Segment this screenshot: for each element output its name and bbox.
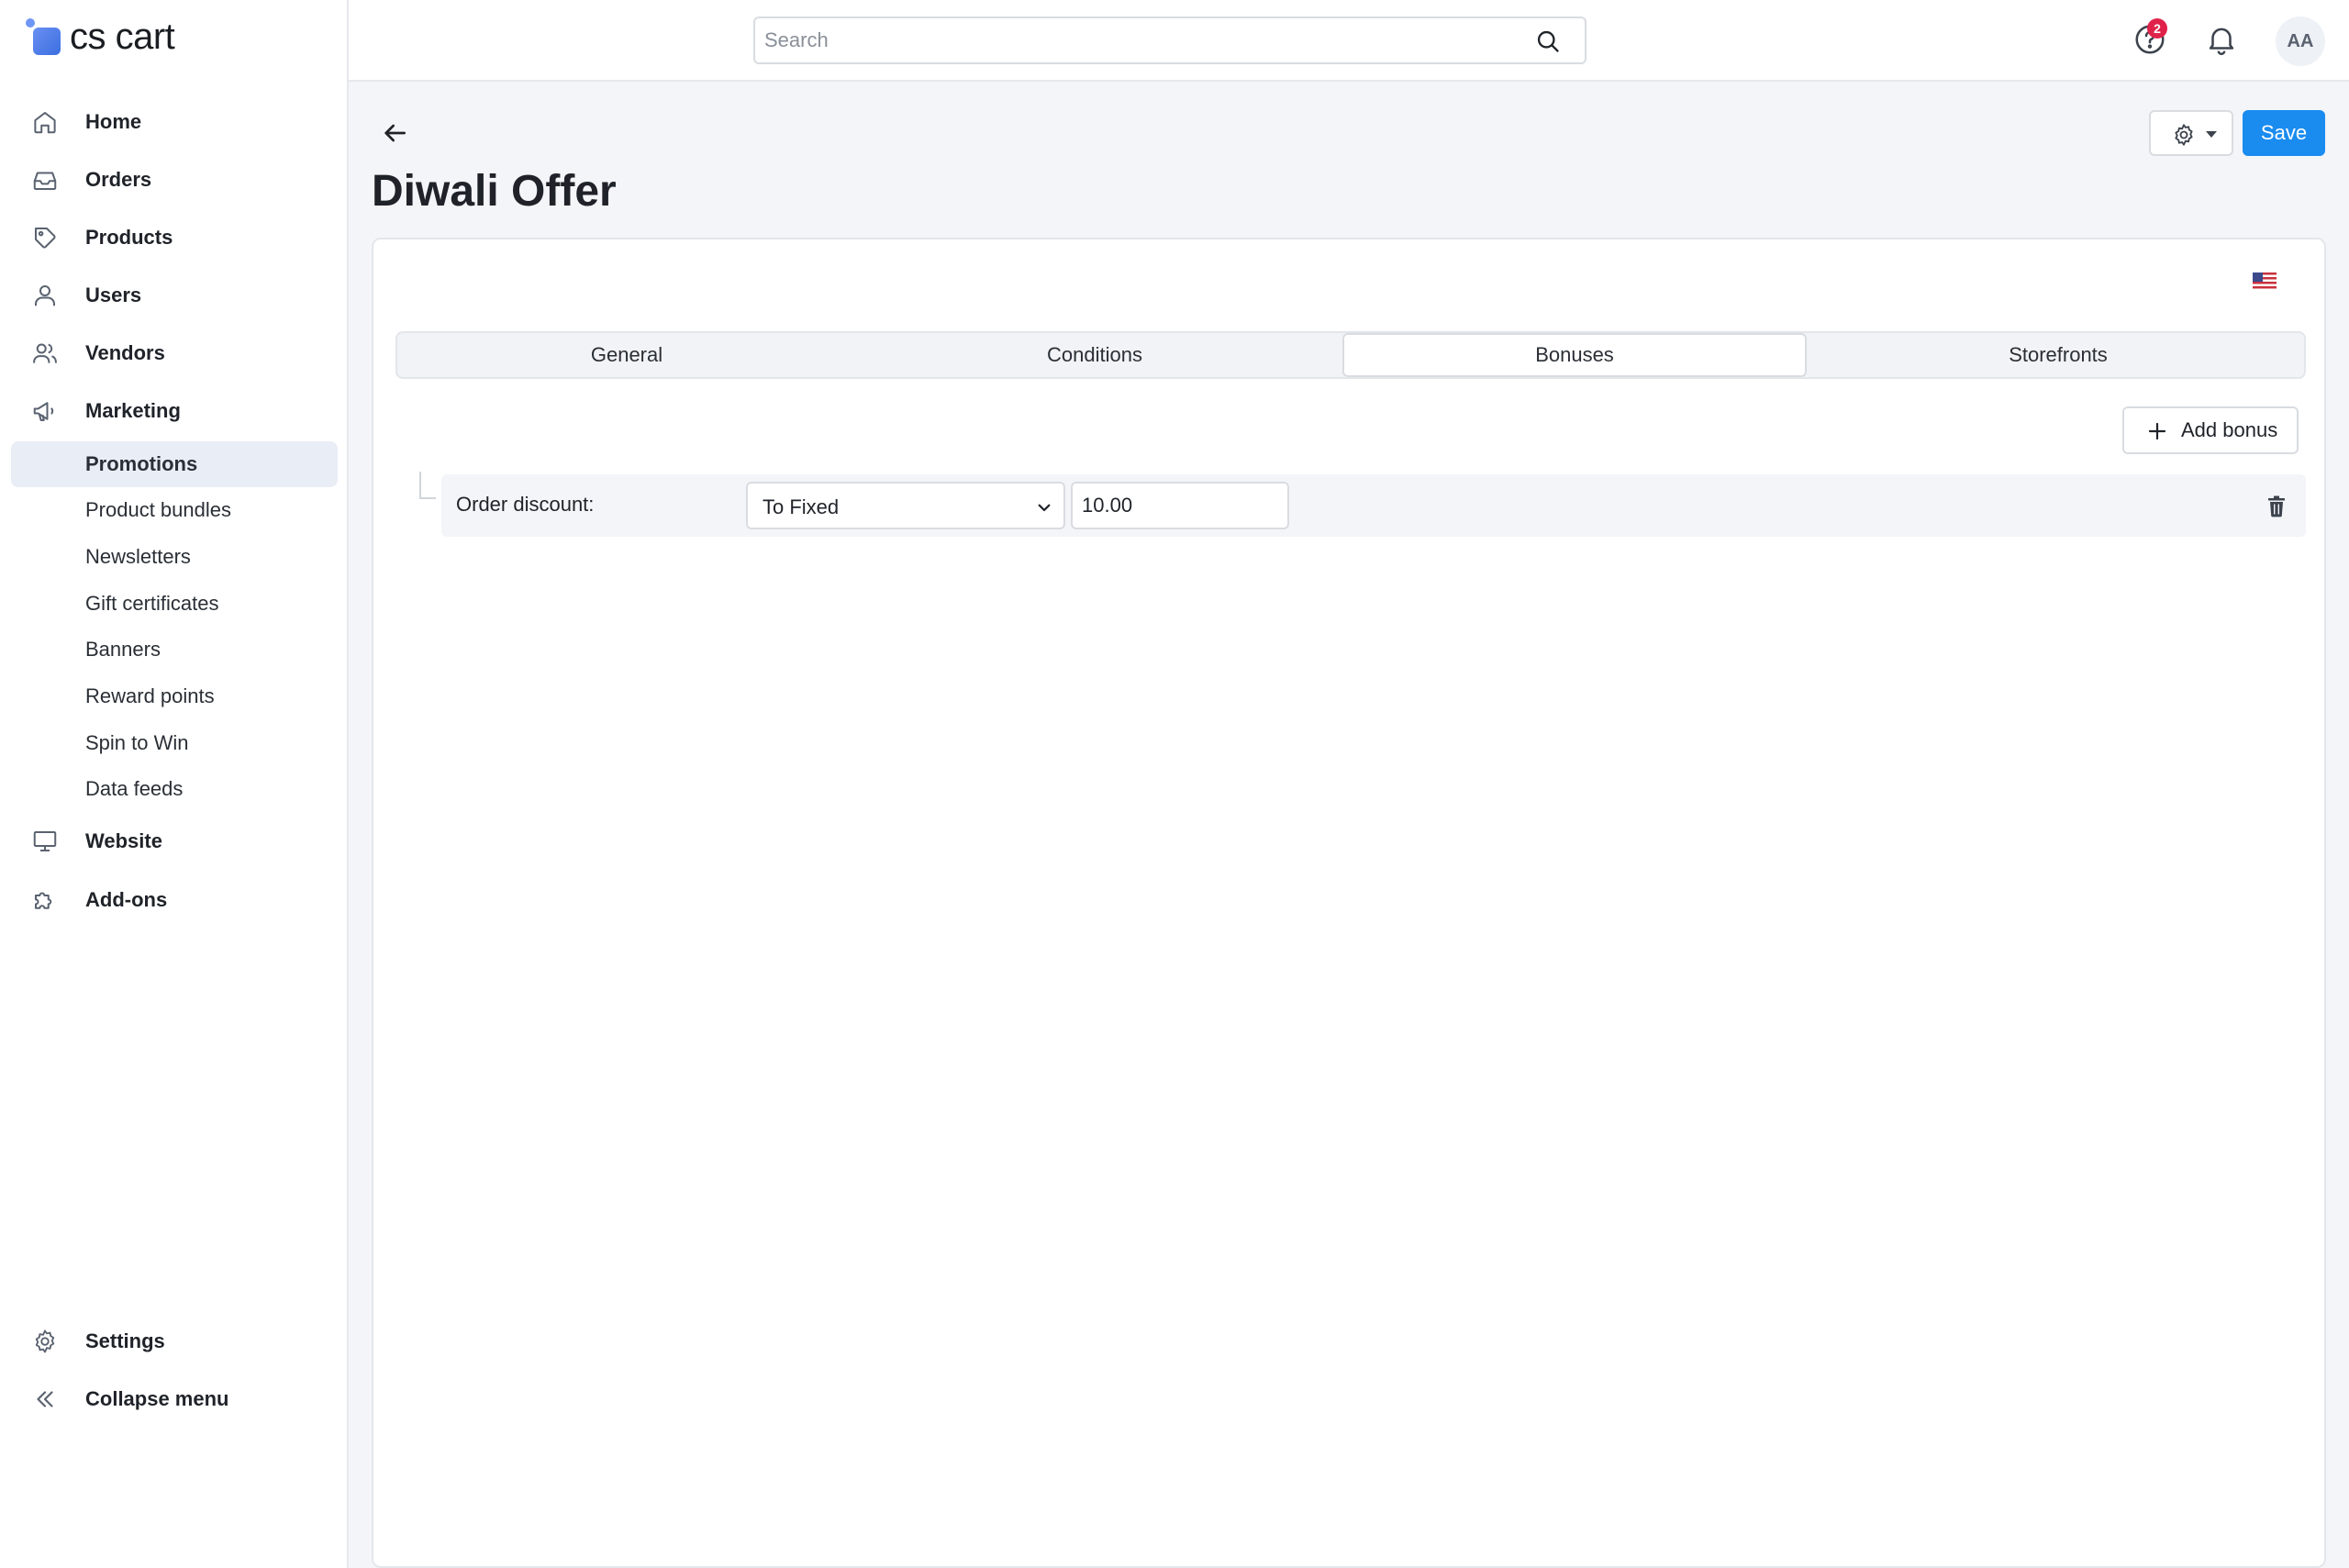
tab-general[interactable]: General [397, 333, 856, 377]
sidebar-item-label: Users [85, 284, 142, 306]
tab-bonuses[interactable]: Bonuses [1342, 333, 1807, 377]
sidebar-item-settings[interactable]: Settings [11, 1318, 338, 1365]
sidebar-item-label: Home [85, 110, 142, 133]
megaphone-icon [31, 397, 59, 425]
monitor-icon [31, 828, 59, 855]
sidebar-subitem-label: Gift certificates [85, 592, 219, 615]
discount-type-value: To Fixed [763, 495, 840, 518]
home-icon [31, 108, 59, 136]
sidebar-item-label: Products [85, 226, 173, 249]
caret-down-icon [2206, 131, 2217, 138]
sidebar-subitem-label: Product bundles [85, 498, 231, 521]
discount-type-select[interactable]: To Fixed [746, 482, 1065, 529]
plus-icon [2146, 420, 2168, 442]
bonus-label: Order discount: [456, 493, 595, 516]
tag-icon [31, 224, 59, 251]
brand-name: cs cart [70, 17, 175, 57]
notification-badge: 2 [2147, 18, 2167, 39]
sidebar-subitem-label: Newsletters [85, 545, 191, 568]
sidebar-subitem-label: Promotions [85, 452, 198, 475]
sidebar-item-add-ons[interactable]: Add-ons [11, 876, 338, 924]
add-bonus-button[interactable]: Add bonus [2122, 406, 2299, 454]
sidebar-subitem-reward-points[interactable]: Reward points [11, 673, 338, 719]
sidebar-item-vendors[interactable]: Vendors [11, 329, 338, 377]
tab-label: Storefronts [2009, 343, 2108, 366]
tab-label: Bonuses [1535, 343, 1614, 366]
puzzle-icon [31, 886, 59, 914]
cs-cart-logo-icon [24, 17, 64, 57]
user-icon [31, 282, 59, 309]
sidebar-item-label: Website [85, 829, 162, 852]
tab-label: Conditions [1047, 343, 1142, 366]
sidebar-item-label: Vendors [85, 341, 165, 364]
main-content: Diwali Offer Save General Conditions Bon… [349, 82, 2349, 1568]
sidebar-item-users[interactable]: Users [11, 272, 338, 319]
topbar: 2 AA [349, 0, 2349, 82]
search-box [753, 17, 1586, 64]
avatar[interactable]: AA [2276, 17, 2325, 66]
bell-icon[interactable] [2204, 22, 2239, 57]
discount-value-input[interactable] [1071, 482, 1289, 529]
double-chevron-left-icon [31, 1385, 59, 1413]
sidebar-subitem-label: Banners [85, 638, 161, 661]
sidebar-subitem-gift-certificates[interactable]: Gift certificates [11, 581, 338, 627]
sidebar-subitem-label: Reward points [85, 684, 215, 707]
chevron-down-icon [1036, 499, 1052, 516]
settings-dropdown-button[interactable] [2149, 110, 2233, 156]
sidebar: cs cart Home Orders Products Users Vendo… [0, 0, 349, 1568]
tab-bar: General Conditions Bonuses Storefronts [395, 331, 2306, 379]
sidebar-item-website[interactable]: Website [11, 817, 338, 865]
sidebar-subitem-product-bundles[interactable]: Product bundles [11, 487, 338, 533]
add-bonus-label: Add bonus [2181, 418, 2278, 441]
sidebar-item-label: Collapse menu [85, 1387, 229, 1410]
trash-icon[interactable] [2266, 495, 2288, 518]
sidebar-item-orders[interactable]: Orders [11, 156, 338, 204]
bonus-row: Order discount: To Fixed [441, 474, 2306, 537]
sidebar-subitem-spin-to-win[interactable]: Spin to Win [11, 720, 338, 766]
users-icon [31, 339, 59, 367]
inbox-icon [31, 166, 59, 194]
sidebar-item-label: Orders [85, 168, 152, 191]
sidebar-item-label: Settings [85, 1329, 165, 1352]
sidebar-item-label: Add-ons [85, 888, 168, 911]
sidebar-subitem-data-feeds[interactable]: Data feeds [11, 766, 338, 812]
brand-logo[interactable]: cs cart [24, 17, 175, 57]
us-flag-icon[interactable] [2253, 272, 2277, 291]
promotion-card: General Conditions Bonuses Storefronts A… [372, 238, 2326, 1568]
gear-icon [31, 1328, 59, 1355]
save-button[interactable]: Save [2243, 110, 2325, 156]
sidebar-item-home[interactable]: Home [11, 98, 338, 146]
sidebar-item-products[interactable]: Products [11, 214, 338, 261]
tab-label: General [590, 343, 663, 366]
sidebar-subitem-label: Data feeds [85, 777, 184, 800]
sidebar-subitem-promotions[interactable]: Promotions [11, 441, 338, 487]
search-icon[interactable] [1535, 28, 1561, 54]
sidebar-item-collapse-menu[interactable]: Collapse menu [11, 1375, 338, 1423]
gear-icon [2171, 122, 2197, 148]
sidebar-item-marketing[interactable]: Marketing [11, 387, 338, 435]
tab-conditions[interactable]: Conditions [865, 333, 1324, 377]
tree-connector [419, 472, 436, 499]
sidebar-subitem-banners[interactable]: Banners [11, 627, 338, 673]
page-title: Diwali Offer [372, 167, 617, 216]
sidebar-subitem-newsletters[interactable]: Newsletters [11, 534, 338, 580]
search-input[interactable] [764, 26, 1498, 55]
tab-storefronts[interactable]: Storefronts [1812, 333, 2304, 377]
sidebar-subitem-label: Spin to Win [85, 731, 189, 754]
sidebar-item-label: Marketing [85, 399, 181, 422]
back-arrow-icon[interactable] [380, 118, 409, 148]
